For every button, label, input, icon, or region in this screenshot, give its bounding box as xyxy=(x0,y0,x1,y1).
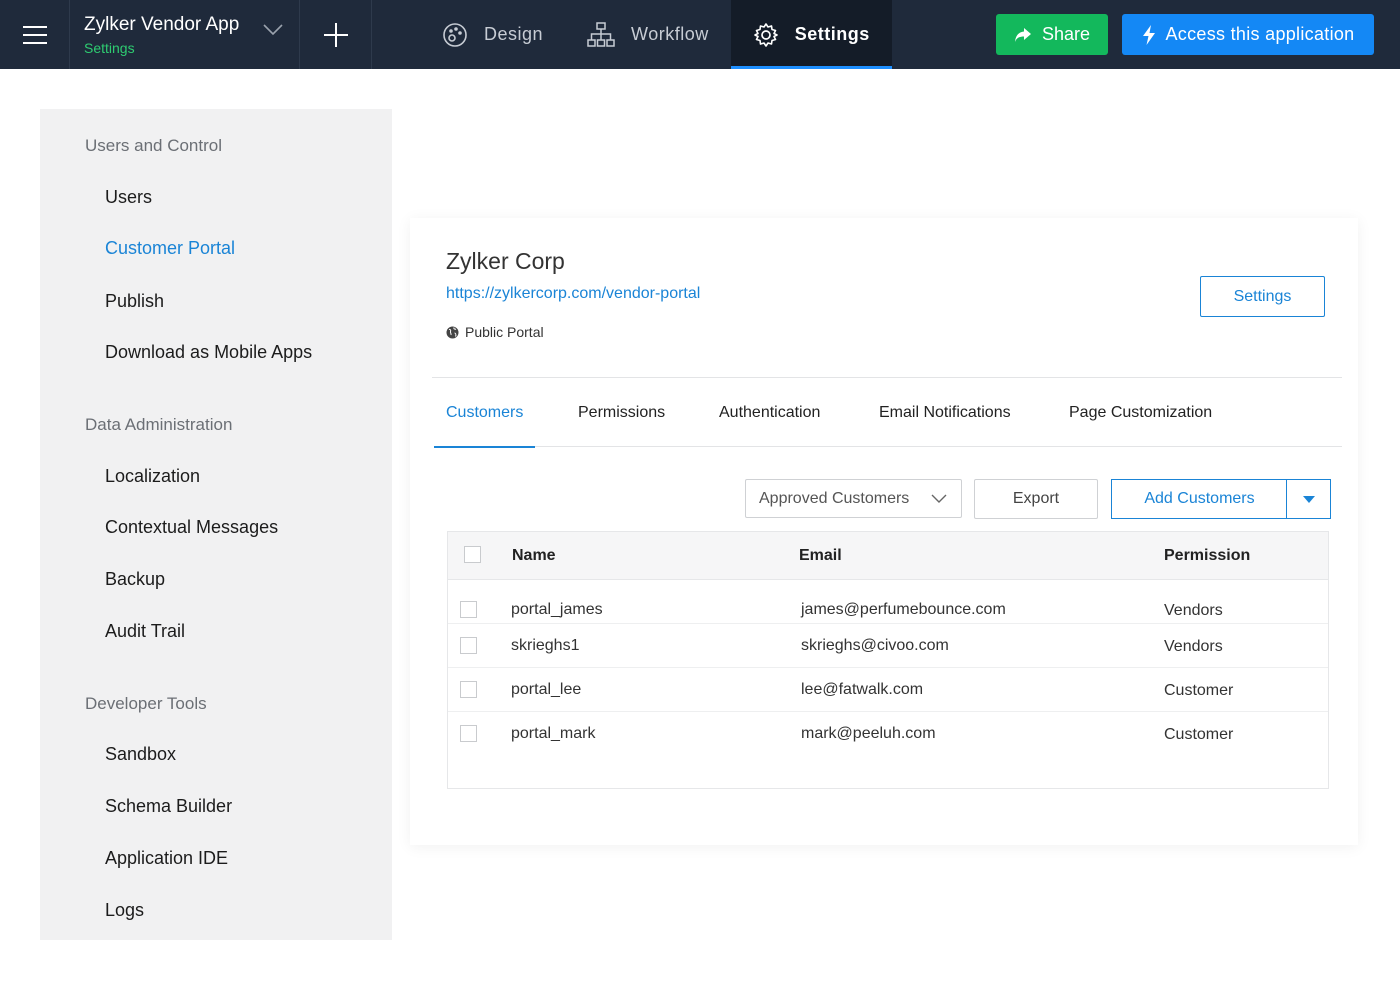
tab-page-customization[interactable]: Page Customization xyxy=(1069,378,1212,447)
cell-name: portal_lee xyxy=(511,681,582,698)
sidebar-item-download-mobile-apps[interactable]: Download as Mobile Apps xyxy=(105,342,312,363)
sidebar-section-developer-tools: Developer Tools xyxy=(85,694,207,713)
add-button[interactable] xyxy=(300,0,372,69)
cell-email: lee@fatwalk.com xyxy=(801,681,924,698)
access-application-button[interactable]: Access this application xyxy=(1122,14,1374,55)
hamburger-icon xyxy=(22,25,47,44)
sidebar-item-customer-portal[interactable]: Customer Portal xyxy=(105,238,235,259)
customer-filter-select[interactable]: Approved Customers xyxy=(745,479,962,518)
select-all-checkbox[interactable] xyxy=(464,546,481,563)
access-label: Access this application xyxy=(1165,24,1355,44)
main-tabs: Design Workflow Settings xyxy=(420,0,892,69)
tab-permissions[interactable]: Permissions xyxy=(578,378,665,447)
customers-table: Name Email Permission portal_james james… xyxy=(447,531,1329,789)
chevron-down-icon xyxy=(263,24,283,36)
sidebar-item-localization[interactable]: Localization xyxy=(105,466,200,487)
tab-customers[interactable]: Customers xyxy=(433,378,536,448)
tab-settings-label: Settings xyxy=(794,24,870,44)
table-row[interactable]: skrieghs1 skrieghs@civoo.com Vendors xyxy=(448,624,1328,668)
tab-email-notifications[interactable]: Email Notifications xyxy=(879,378,1011,447)
export-button[interactable]: Export xyxy=(974,479,1098,519)
column-header-permission: Permission xyxy=(1164,547,1251,564)
portal-settings-button[interactable]: Settings xyxy=(1200,276,1325,317)
row-checkbox[interactable] xyxy=(460,681,477,698)
cell-permission: Vendors xyxy=(1164,638,1223,655)
tab-workflow[interactable]: Workflow xyxy=(565,0,731,69)
sidebar-item-contextual-messages[interactable]: Contextual Messages xyxy=(105,517,278,538)
share-arrow-icon xyxy=(1014,27,1031,42)
row-checkbox[interactable] xyxy=(460,725,477,742)
cell-email: skrieghs@civoo.com xyxy=(801,637,949,654)
add-customers-button[interactable]: Add Customers xyxy=(1111,479,1287,519)
column-header-email: Email xyxy=(799,547,842,564)
portal-name: Zylker Corp xyxy=(446,248,565,274)
sidebar-item-users[interactable]: Users xyxy=(105,187,152,208)
share-button[interactable]: Share xyxy=(996,14,1108,55)
customer-filter-value: Approved Customers xyxy=(759,489,910,507)
globe-icon xyxy=(446,326,459,338)
share-label: Share xyxy=(1041,24,1091,44)
tab-authentication[interactable]: Authentication xyxy=(719,378,820,447)
sidebar-item-schema-builder[interactable]: Schema Builder xyxy=(105,796,232,817)
top-bar: Zylker Vendor App Settings Design Workfl… xyxy=(0,0,1400,69)
table-header: Name Email Permission xyxy=(448,532,1328,580)
tab-workflow-label: Workflow xyxy=(631,24,709,44)
tab-design[interactable]: Design xyxy=(420,0,565,69)
row-checkbox[interactable] xyxy=(460,601,477,618)
caret-down-icon xyxy=(1302,495,1315,503)
sidebar-item-sandbox[interactable]: Sandbox xyxy=(105,744,176,765)
sidebar-section-data-administration: Data Administration xyxy=(85,415,233,434)
tab-settings[interactable]: Settings xyxy=(730,0,892,69)
sidebar-section-users-and-control: Users and Control xyxy=(85,136,223,155)
chevron-down-icon xyxy=(931,494,947,503)
lightning-icon xyxy=(1142,24,1155,45)
app-subtitle: Settings xyxy=(84,39,135,56)
portal-type-label: Public Portal xyxy=(465,324,544,340)
tab-design-label: Design xyxy=(484,24,544,44)
portal-type: Public Portal xyxy=(446,324,544,340)
plus-icon xyxy=(323,22,348,47)
workflow-icon xyxy=(587,21,615,47)
gear-icon xyxy=(753,22,778,47)
palette-icon xyxy=(443,22,467,47)
cell-permission: Customer xyxy=(1164,682,1234,699)
sidebar-item-logs[interactable]: Logs xyxy=(105,900,144,921)
sidebar-item-application-ide[interactable]: Application IDE xyxy=(105,848,228,869)
sidebar-item-backup[interactable]: Backup xyxy=(105,569,165,590)
customer-portal-card: Zylker Corp https://zylkercorp.com/vendo… xyxy=(410,218,1358,845)
cell-email: mark@peeluh.com xyxy=(801,725,936,742)
table-row[interactable]: portal_mark mark@peeluh.com Customer xyxy=(448,712,1328,756)
row-checkbox[interactable] xyxy=(460,637,477,654)
add-customers-dropdown-button[interactable] xyxy=(1286,479,1331,519)
sidebar-item-audit-trail[interactable]: Audit Trail xyxy=(105,621,185,642)
cell-name: portal_mark xyxy=(511,725,596,742)
sidebar-item-publish[interactable]: Publish xyxy=(105,291,164,312)
portal-url-link[interactable]: https://zylkercorp.com/vendor-portal xyxy=(446,285,700,303)
cell-permission: Customer xyxy=(1164,726,1234,743)
table-row[interactable]: portal_james james@perfumebounce.com Ven… xyxy=(448,580,1328,624)
cell-name: skrieghs1 xyxy=(511,637,580,654)
column-header-name: Name xyxy=(512,547,556,564)
app-switcher[interactable]: Zylker Vendor App Settings xyxy=(70,0,300,69)
header-actions: Share Access this application xyxy=(996,0,1400,69)
table-row[interactable]: portal_lee lee@fatwalk.com Customer xyxy=(448,668,1328,712)
menu-button[interactable] xyxy=(0,0,70,69)
settings-sidebar: Users and Control Users Customer Portal … xyxy=(40,109,392,940)
portal-tabs: Customers Permissions Authentication Ema… xyxy=(433,378,1342,448)
